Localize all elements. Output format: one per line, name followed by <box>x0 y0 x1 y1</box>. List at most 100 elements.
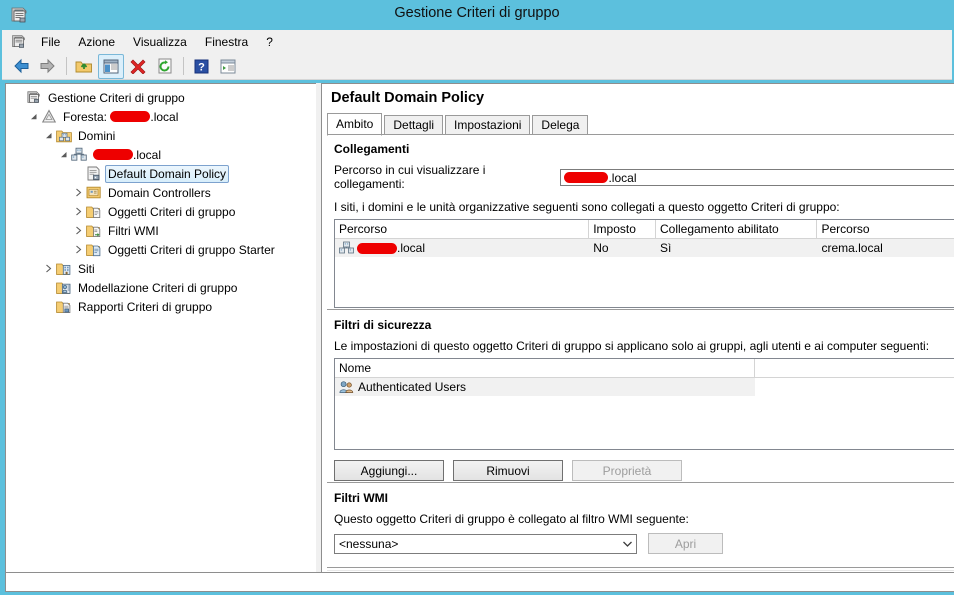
tree-item-rapporti[interactable]: Rapporti Criteri di gruppo <box>6 297 317 316</box>
starter-gpo-icon <box>85 242 102 258</box>
links-column-imposto[interactable]: Imposto <box>589 220 656 238</box>
tab-delega[interactable]: Delega <box>532 115 589 135</box>
up-one-level-button[interactable] <box>71 54 97 79</box>
links-section: Collegamenti Percorso in cui visualizzar… <box>327 136 954 309</box>
tree-item-domain-controllers[interactable]: Domain Controllers <box>6 183 317 202</box>
expander-collapsed-icon[interactable] <box>72 205 85 218</box>
tree-item-label: Oggetti Criteri di gruppo <box>108 204 236 219</box>
back-button[interactable] <box>8 54 34 79</box>
tree-item-domini[interactable]: Domini <box>6 126 317 145</box>
expander-expanded-icon[interactable] <box>27 110 40 123</box>
tab-impostazioni[interactable]: Impostazioni <box>445 115 531 135</box>
menu-visualizza[interactable]: Visualizza <box>124 32 196 52</box>
system-menu-icon[interactable] <box>10 33 27 50</box>
window-title: Gestione Criteri di gruppo <box>394 5 560 21</box>
links-cell-imposto: No <box>593 241 609 255</box>
console-tree-button[interactable] <box>98 53 124 79</box>
links-location-field[interactable]: .local <box>560 168 954 186</box>
wmi-filter-select[interactable]: <nessuna> <box>334 533 637 554</box>
links-cell-percorso: .local <box>335 239 589 257</box>
toolbar-separator-2 <box>183 57 184 75</box>
table-row[interactable]: .local No Sì crema.local <box>335 239 954 257</box>
security-list-view[interactable]: Nome Authenticated Users <box>334 358 954 450</box>
tree-item-label: Foresta: .local <box>63 109 179 124</box>
links-location-label: Percorso in cui visualizzare i collegame… <box>334 163 486 191</box>
menu-finestra[interactable]: Finestra <box>196 32 257 52</box>
links-cell-percorso-text: .local <box>397 241 426 255</box>
tree-item-default-domain-policy[interactable]: Default Domain Policy <box>6 164 317 183</box>
detail-panel: Default Domain Policy Ambito Dettagli Im… <box>321 83 954 574</box>
menu-azione[interactable]: Azione <box>69 32 124 52</box>
gpmc-icon <box>25 90 42 106</box>
properties-button[interactable] <box>215 54 241 79</box>
tree-item-label: Rapporti Criteri di gruppo <box>78 299 213 314</box>
tree-item-foresta[interactable]: Foresta: .local <box>6 107 317 126</box>
delete-button[interactable] <box>125 54 151 79</box>
toolbar: ? <box>2 53 952 80</box>
tree-item-modellazione[interactable]: Modellazione Criteri di gruppo <box>6 278 317 297</box>
expander-none <box>42 300 55 313</box>
forest-icon <box>40 109 57 125</box>
tree-item-label: Oggetti Criteri di gruppo Starter <box>108 242 275 257</box>
toolbar-separator <box>66 57 67 75</box>
links-cell-abilitato: Sì <box>659 241 672 255</box>
tree-item-siti[interactable]: Siti <box>6 259 317 278</box>
title-bar: Gestione Criteri di gruppo <box>0 0 954 30</box>
tab-bar: Ambito Dettagli Impostazioni Delega <box>327 113 590 136</box>
forward-button[interactable] <box>35 54 61 79</box>
redaction-block <box>93 148 133 160</box>
wmi-open-button: Apri <box>648 533 723 554</box>
sites-icon <box>55 261 72 277</box>
tree-item-oggetti-criteri[interactable]: Oggetti Criteri di gruppo <box>6 202 317 221</box>
redaction-block <box>564 171 609 183</box>
tree-item-label: .local <box>90 147 164 163</box>
help-button[interactable]: ? <box>188 54 214 79</box>
properties-button: Proprietà <box>572 460 682 481</box>
menu-file[interactable]: File <box>32 32 69 52</box>
menu-bar: File Azione Visualizza Finestra ? <box>2 30 952 54</box>
tab-ambito[interactable]: Ambito <box>327 113 383 136</box>
gpmc-window: Gestione Criteri di gruppo File Azione V… <box>0 0 954 595</box>
tree-item-domain[interactable]: .local <box>6 145 317 164</box>
add-button[interactable]: Aggiungi... <box>334 460 444 481</box>
redaction-block <box>110 110 151 122</box>
security-column-nome[interactable]: Nome <box>335 359 755 377</box>
chevron-down-icon[interactable] <box>619 535 636 553</box>
tree-item-starter-gpo[interactable]: Oggetti Criteri di gruppo Starter <box>6 240 317 259</box>
domain-icon <box>339 241 354 255</box>
expander-none <box>72 167 85 180</box>
modeling-icon <box>55 280 72 296</box>
links-column-percorso2[interactable]: Percorso <box>817 220 954 238</box>
domains-icon <box>55 128 72 144</box>
links-list-view[interactable]: Percorso Imposto Collegamento abilitato … <box>334 219 954 308</box>
links-column-abilitato[interactable]: Collegamento abilitato <box>656 220 818 238</box>
refresh-button[interactable] <box>152 54 178 79</box>
expander-collapsed-icon[interactable] <box>42 262 55 275</box>
wmi-folder-icon <box>85 223 102 239</box>
tree-item-label: Domini <box>78 128 116 143</box>
list-item[interactable]: Authenticated Users <box>335 378 755 396</box>
expander-expanded-icon[interactable] <box>42 129 55 142</box>
menu-help[interactable]: ? <box>257 32 282 52</box>
security-list-header: Nome <box>335 359 954 378</box>
expander-collapsed-icon[interactable] <box>72 224 85 237</box>
security-cell-nome: Authenticated Users <box>335 378 755 396</box>
expander-collapsed-icon[interactable] <box>72 243 85 256</box>
links-column-percorso[interactable]: Percorso <box>335 220 590 238</box>
tree-item-filtri-wmi[interactable]: Filtri WMI <box>6 221 317 240</box>
tab-dettagli[interactable]: Dettagli <box>384 115 444 135</box>
expander-collapsed-icon[interactable] <box>72 186 85 199</box>
domain-icon <box>70 147 87 163</box>
svg-text:?: ? <box>198 61 205 73</box>
gpo-folder-icon <box>85 204 102 220</box>
expander-expanded-icon[interactable] <box>57 148 70 161</box>
expander-none <box>42 281 55 294</box>
tree-item-label: Modellazione Criteri di gruppo <box>78 280 238 295</box>
console-tree-panel[interactable]: Gestione Criteri di gruppo Foresta: .loca… <box>5 83 318 574</box>
tree-item-gpmc[interactable]: Gestione Criteri di gruppo <box>6 88 317 107</box>
tree-item-label: Gestione Criteri di gruppo <box>48 90 185 105</box>
links-cell-percorso2: crema.local <box>821 241 883 255</box>
page-title: Default Domain Policy <box>331 90 485 106</box>
remove-button[interactable]: Rimuovi <box>453 460 563 481</box>
tree-view: Gestione Criteri di gruppo Foresta: .loca… <box>6 84 317 316</box>
